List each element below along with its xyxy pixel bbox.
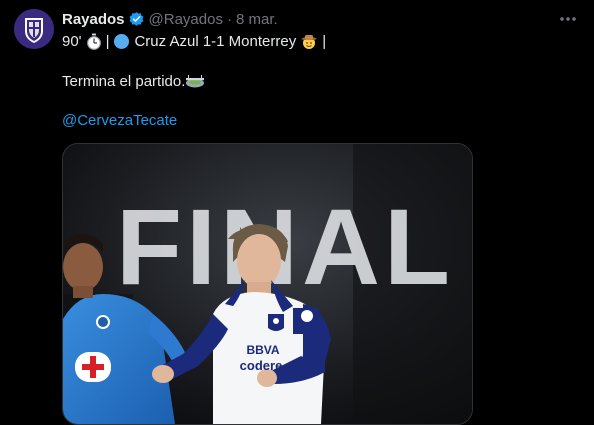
tweet-media-image[interactable]: FINAL xyxy=(62,143,473,425)
end-bar: | xyxy=(322,32,327,50)
tweet-text: Termina el partido. xyxy=(62,72,186,90)
more-options-icon[interactable] xyxy=(558,10,578,28)
blue-circle-icon xyxy=(113,33,130,50)
mention-link[interactable]: @CervezaTecate xyxy=(62,111,177,131)
stopwatch-icon xyxy=(86,33,102,50)
sponsor-bbva: BBVA xyxy=(246,343,279,357)
author-name[interactable]: Rayados xyxy=(62,11,125,28)
verified-badge-icon xyxy=(128,11,145,28)
tweet-header: Rayados @Rayados · 8 mar. xyxy=(62,9,278,29)
match-minute: 90' xyxy=(62,32,82,50)
tweet[interactable]: Rayados @Rayados · 8 mar. 90' | Cruz Azu… xyxy=(0,0,594,425)
sponsor-codere: codere xyxy=(240,358,283,373)
match-score: Cruz Azul 1-1 Monterrey xyxy=(134,32,297,50)
rayados-logo-icon xyxy=(14,9,54,49)
tweet-text-line-1: 90' | Cruz Azul 1-1 Monterrey | xyxy=(62,31,330,51)
separator-bar: | xyxy=(105,32,110,50)
tweet-date[interactable]: 8 mar. xyxy=(236,11,278,28)
tweet-text-line-2: Termina el partido. xyxy=(62,71,205,91)
author-handle[interactable]: @Rayados xyxy=(149,11,223,28)
stadium-emoji-icon xyxy=(185,73,205,89)
avatar[interactable] xyxy=(14,9,54,49)
match-photo: FINAL xyxy=(63,144,472,424)
separator-dot: · xyxy=(226,10,232,28)
cowboy-emoji-icon xyxy=(300,32,318,50)
